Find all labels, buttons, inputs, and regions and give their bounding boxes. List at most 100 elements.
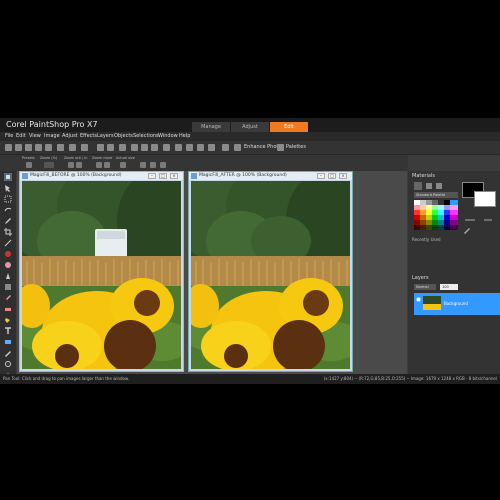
- tab-adjust[interactable]: Adjust: [231, 122, 269, 132]
- palettes-button[interactable]: Palettes: [286, 144, 306, 150]
- document-titlebar[interactable]: MagicFill_BEFORE @ 100% (Background) – □…: [20, 172, 183, 180]
- zoom-out-icon[interactable]: [197, 144, 204, 151]
- menu-file[interactable]: File: [5, 132, 13, 141]
- tab-edit[interactable]: Edit: [270, 122, 308, 132]
- paste-icon[interactable]: [151, 144, 158, 151]
- menu-effects[interactable]: Effects: [80, 132, 97, 141]
- blend-mode-select[interactable]: Normal: [414, 284, 436, 290]
- presets-icon[interactable]: [26, 162, 32, 168]
- open-file-icon[interactable]: [15, 144, 22, 151]
- shape-tool-icon[interactable]: [4, 338, 12, 346]
- enhance-photo-button[interactable]: Enhance Photo: [244, 144, 281, 150]
- document-titlebar[interactable]: MagicFill_AFTER @ 100% (Background) – □ …: [189, 172, 352, 180]
- zoom-more-out-icon[interactable]: [104, 162, 110, 168]
- tool-options-bar: Presets Zoom (%) Zoom out / in Zoom more…: [0, 155, 408, 171]
- makeover-tool-icon[interactable]: [4, 261, 12, 269]
- swap-colors-icon[interactable]: [464, 216, 494, 224]
- palettes-icon[interactable]: [277, 144, 284, 151]
- red-eye-tool-icon[interactable]: [4, 250, 12, 258]
- zoom-more-label: Zoom more: [92, 156, 113, 160]
- frame-mode-icon[interactable]: [414, 182, 422, 190]
- tab-manage[interactable]: Manage: [192, 122, 230, 132]
- pen-tool-icon[interactable]: [4, 349, 12, 357]
- close-button[interactable]: ×: [170, 173, 178, 179]
- zoom-in-icon[interactable]: [186, 144, 193, 151]
- dodge-tool-icon[interactable]: [4, 283, 12, 291]
- color-swatches[interactable]: [414, 200, 458, 236]
- text-tool-icon[interactable]: [4, 327, 12, 335]
- redo-icon[interactable]: [107, 144, 114, 151]
- enhance-photo-icon[interactable]: [234, 144, 241, 151]
- save-as-icon[interactable]: [45, 144, 52, 151]
- document-window-after[interactable]: MagicFill_AFTER @ 100% (Background) – □ …: [188, 171, 353, 372]
- menu-objects[interactable]: Objects: [114, 132, 133, 141]
- close-button[interactable]: ×: [339, 173, 347, 179]
- status-left: Pan Tool: Click and drag to pan images l…: [3, 376, 130, 381]
- clone-brush-icon[interactable]: [4, 272, 12, 280]
- zoom-out-in-label: Zoom out / in: [64, 156, 88, 160]
- layers-icon[interactable]: [175, 144, 182, 151]
- fit-screen-icon[interactable]: [160, 162, 166, 168]
- selection-tool-icon[interactable]: [4, 195, 12, 203]
- flood-fill-icon[interactable]: [4, 316, 12, 324]
- browse-icon[interactable]: [25, 144, 32, 151]
- hand-icon[interactable]: [222, 144, 229, 151]
- crop-icon[interactable]: [119, 144, 126, 151]
- minimize-button[interactable]: –: [148, 173, 156, 179]
- menu-adjust[interactable]: Adjust: [62, 132, 78, 141]
- crop-tool-icon[interactable]: [4, 228, 12, 236]
- document-icon: [22, 173, 28, 179]
- menu-layers[interactable]: Layers: [97, 132, 114, 141]
- eraser-tool-icon[interactable]: [4, 305, 12, 313]
- zoom-percent-label: Zoom (%): [40, 156, 58, 160]
- eyedropper-icon[interactable]: [463, 228, 471, 234]
- new-file-icon[interactable]: [5, 144, 12, 151]
- save-icon[interactable]: [35, 144, 42, 151]
- undo-icon[interactable]: [97, 144, 104, 151]
- cut-icon[interactable]: [131, 144, 138, 151]
- materials-title: Materials: [412, 173, 435, 179]
- menu-help[interactable]: Help: [179, 132, 190, 141]
- menu-edit[interactable]: Edit: [16, 132, 26, 141]
- zoom-in-icon[interactable]: [76, 162, 82, 168]
- pan-tool-icon[interactable]: [4, 173, 12, 181]
- zoom-out-icon[interactable]: [68, 162, 74, 168]
- email-icon[interactable]: [81, 144, 88, 151]
- layer-thumbnail: [423, 296, 441, 310]
- background-swatch[interactable]: [474, 191, 496, 207]
- delete-icon[interactable]: [163, 144, 170, 151]
- maximize-button[interactable]: □: [159, 173, 167, 179]
- fit-window-icon[interactable]: [140, 162, 146, 168]
- share-icon[interactable]: [69, 144, 76, 151]
- paint-brush-icon[interactable]: [4, 294, 12, 302]
- actual-size-icon[interactable]: [120, 162, 126, 168]
- menu-selections[interactable]: Selections: [133, 132, 159, 141]
- menu-window[interactable]: Window: [158, 132, 178, 141]
- pick-tool-icon[interactable]: [4, 184, 12, 192]
- warp-brush-icon[interactable]: [4, 360, 12, 368]
- freehand-selection-icon[interactable]: [4, 206, 12, 214]
- print-icon[interactable]: [57, 144, 64, 151]
- dropper-tool-icon[interactable]: [4, 217, 12, 225]
- opacity-field[interactable]: 100: [440, 284, 458, 290]
- document-icon: [191, 173, 197, 179]
- zoom-percent-field[interactable]: [44, 162, 54, 168]
- swatch-mode-icon[interactable]: [436, 183, 442, 189]
- maximize-button[interactable]: □: [328, 173, 336, 179]
- copy-icon[interactable]: [141, 144, 148, 151]
- zoom-more-icon[interactable]: [96, 162, 102, 168]
- straighten-tool-icon[interactable]: [4, 239, 12, 247]
- fit-icon[interactable]: [208, 144, 215, 151]
- visibility-eye-icon[interactable]: [416, 297, 421, 302]
- document-window-before[interactable]: MagicFill_BEFORE @ 100% (Background) – □…: [19, 171, 184, 372]
- color-mode-icon[interactable]: [426, 183, 432, 189]
- workspace: MagicFill_BEFORE @ 100% (Background) – □…: [17, 171, 407, 374]
- layers-title: Layers: [412, 275, 429, 281]
- menu-image[interactable]: Image: [44, 132, 60, 141]
- layer-row-background[interactable]: Background: [414, 293, 500, 315]
- minimize-button[interactable]: –: [317, 173, 325, 179]
- actual-size-label: Actual size: [116, 156, 135, 160]
- palette-select[interactable]: Standard Palette: [414, 192, 458, 198]
- fit-image-icon[interactable]: [150, 162, 156, 168]
- menu-view[interactable]: View: [29, 132, 41, 141]
